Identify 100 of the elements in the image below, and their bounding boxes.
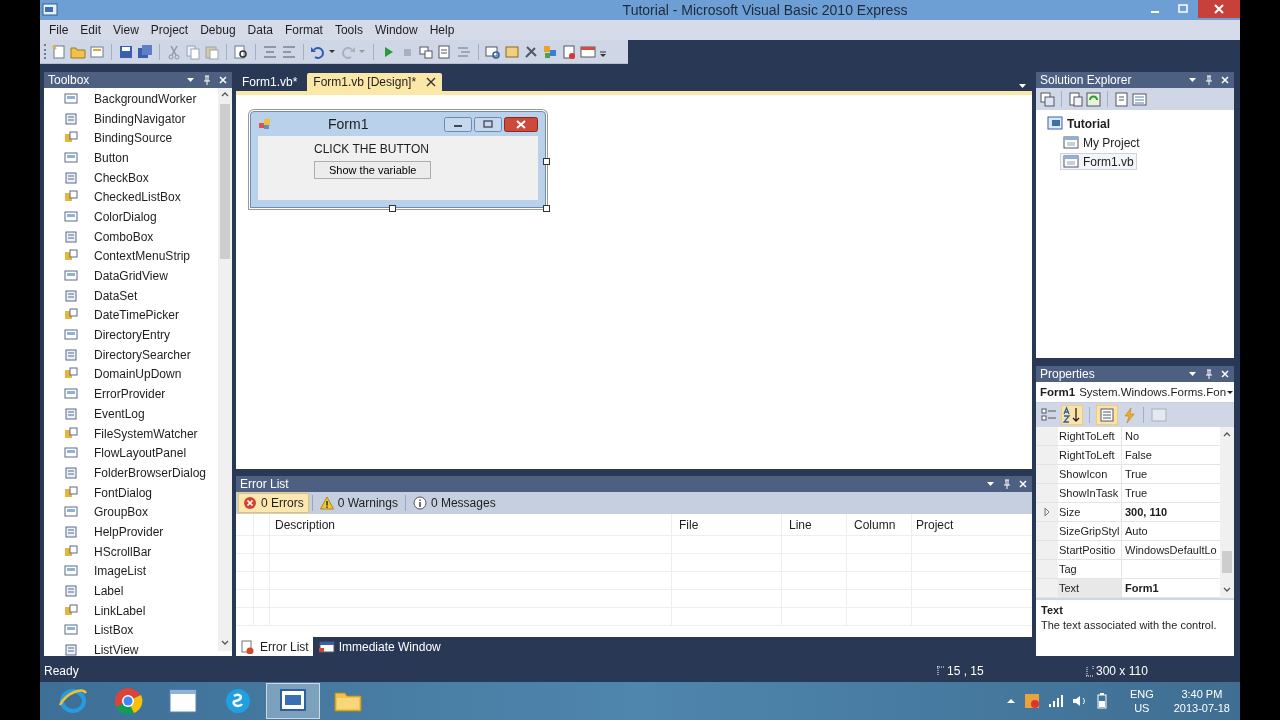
toolbox-item[interactable]: ListBox	[44, 620, 218, 641]
notification-icon[interactable]	[1023, 693, 1040, 709]
close-icon[interactable]	[1198, 0, 1240, 18]
property-name[interactable]: Tag	[1058, 560, 1122, 578]
step-icon[interactable]	[418, 43, 434, 60]
taskbar-app[interactable]	[266, 683, 320, 719]
toolbox-item[interactable]: Button	[44, 148, 218, 168]
properties-icon[interactable]	[1096, 405, 1118, 425]
signal-icon[interactable]	[1047, 694, 1064, 708]
toolbox-item[interactable]: ErrorProvider	[44, 384, 218, 404]
pin-icon[interactable]	[1204, 369, 1214, 379]
pin-icon[interactable]	[1204, 75, 1214, 85]
tree-item[interactable]: My Project	[1060, 134, 1143, 151]
column-header[interactable]: Column	[847, 514, 912, 535]
form-button[interactable]: Show the variable	[314, 161, 432, 179]
document-icon[interactable]	[1068, 91, 1083, 107]
toolbox-item[interactable]: DirectoryEntry	[44, 325, 218, 345]
refresh-icon[interactable]	[1086, 91, 1101, 107]
property-value[interactable]: 300, 110	[1122, 503, 1220, 521]
property-name[interactable]: RightToLeft	[1058, 427, 1122, 445]
save-icon[interactable]	[118, 43, 134, 60]
toolbox-item[interactable]: HScrollBar	[44, 541, 218, 562]
speaker-icon[interactable]	[1071, 694, 1088, 708]
property-name[interactable]: ShowIcon	[1058, 465, 1122, 483]
toolbox-item[interactable]: GroupBox	[44, 502, 218, 523]
toolbox-item[interactable]: CheckBox	[44, 167, 218, 188]
panel-tab[interactable]: Error List	[236, 637, 313, 656]
toolbox-item[interactable]: ColorDialog	[44, 207, 218, 227]
toolbox-icon[interactable]	[561, 43, 577, 60]
property-name[interactable]: Text	[1058, 579, 1122, 597]
tree-item[interactable]: Form1.vb	[1060, 153, 1137, 170]
filter-button[interactable]: 0 Messages	[408, 494, 500, 512]
property-value[interactable]: WindowsDefaultLo	[1122, 541, 1220, 559]
property-value[interactable]: True	[1122, 465, 1220, 483]
menu-item[interactable]: Window	[368, 21, 424, 39]
new-project-icon[interactable]	[51, 43, 67, 60]
toolbox-item[interactable]: BindingNavigator	[44, 108, 218, 129]
scrollbar[interactable]	[218, 88, 232, 651]
column-header[interactable]: File	[672, 514, 782, 535]
window-icon[interactable]	[580, 43, 596, 60]
menu-item[interactable]: Format	[278, 21, 329, 39]
battery-icon[interactable]	[1095, 693, 1108, 709]
menu-item[interactable]: Help	[423, 21, 461, 39]
column-header[interactable]: Line	[782, 514, 847, 535]
property-name[interactable]: StartPositio	[1058, 541, 1122, 559]
browser-icon[interactable]	[485, 43, 501, 60]
dropdown-icon[interactable]	[1188, 369, 1198, 379]
property-value[interactable]: Form1	[1122, 579, 1220, 597]
resize-handle[interactable]	[389, 205, 396, 212]
menu-item[interactable]: File	[43, 21, 75, 39]
save-all-icon[interactable]	[137, 43, 153, 60]
find-icon[interactable]	[233, 43, 249, 60]
toolbox-item[interactable]: BindingSource	[44, 128, 218, 149]
toolbox-item[interactable]: FontDialog	[44, 482, 218, 503]
toggle-icon[interactable]	[1040, 91, 1055, 107]
add-item-icon[interactable]	[89, 43, 105, 60]
dropdown-icon[interactable]	[1188, 75, 1198, 85]
clock[interactable]: 3:40 PM 2013-07-18	[1173, 687, 1230, 715]
toolbox-item[interactable]: ImageList	[44, 561, 218, 582]
panel-tab[interactable]: Immediate Window	[314, 637, 445, 656]
toolbox-item[interactable]: DataGridView	[44, 266, 218, 286]
toolbox-item[interactable]: ContextMenuStrip	[44, 246, 218, 267]
column-header[interactable]: Project	[912, 514, 1032, 535]
toolbox-item[interactable]: BackgroundWorker	[44, 89, 218, 109]
close-icon[interactable]	[426, 77, 437, 87]
toolbox-item[interactable]: DirectorySearcher	[44, 344, 218, 365]
dropdown-icon[interactable]	[186, 75, 196, 85]
menu-item[interactable]: View	[107, 21, 145, 39]
filter-button[interactable]: 0 Errors	[238, 493, 309, 513]
resize-handle[interactable]	[543, 158, 550, 165]
menu-item[interactable]: Edit	[74, 21, 108, 39]
explorer-icon[interactable]	[542, 43, 558, 60]
toolbox-item[interactable]: CheckedListBox	[44, 187, 218, 208]
toolbox-item[interactable]: EventLog	[44, 404, 218, 424]
form-label[interactable]: CLICK THE BUTTON	[314, 142, 429, 156]
tools-icon[interactable]	[523, 43, 539, 60]
property-value[interactable]: True	[1122, 484, 1220, 502]
paste-icon[interactable]	[204, 43, 220, 60]
filter-button[interactable]: 0 Warnings	[315, 494, 402, 512]
menu-item[interactable]: Project	[144, 21, 195, 39]
property-value[interactable]: Auto	[1122, 522, 1220, 540]
dropdown-icon[interactable]	[986, 479, 996, 489]
document-tab[interactable]: Form1.vb [Design]*	[307, 73, 443, 91]
toolbox-item[interactable]: LinkLabel	[44, 600, 218, 621]
toolbox-item[interactable]: DateTimePicker	[44, 305, 218, 326]
pin-icon[interactable]	[1002, 479, 1012, 489]
toolbox-item[interactable]: FileSystemWatcher	[44, 423, 218, 444]
resize-handle[interactable]	[543, 205, 550, 212]
property-name[interactable]: SizeGripStyl	[1058, 522, 1122, 540]
alphabetical-icon[interactable]	[1061, 405, 1083, 425]
language-indicator[interactable]: ENG US	[1129, 687, 1154, 715]
column-header[interactable]: Description	[270, 514, 672, 535]
toolbox-item[interactable]: ComboBox	[44, 226, 218, 247]
tree-item[interactable]: Tutorial	[1044, 115, 1114, 132]
toolbox-item[interactable]: DataSet	[44, 285, 218, 306]
step-icon[interactable]	[437, 43, 453, 60]
code-icon[interactable]	[1114, 91, 1129, 107]
caret-icon[interactable]	[1005, 696, 1016, 706]
toolbox-item[interactable]: Label	[44, 581, 218, 601]
toolbox-item[interactable]: FlowLayoutPanel	[44, 443, 218, 464]
